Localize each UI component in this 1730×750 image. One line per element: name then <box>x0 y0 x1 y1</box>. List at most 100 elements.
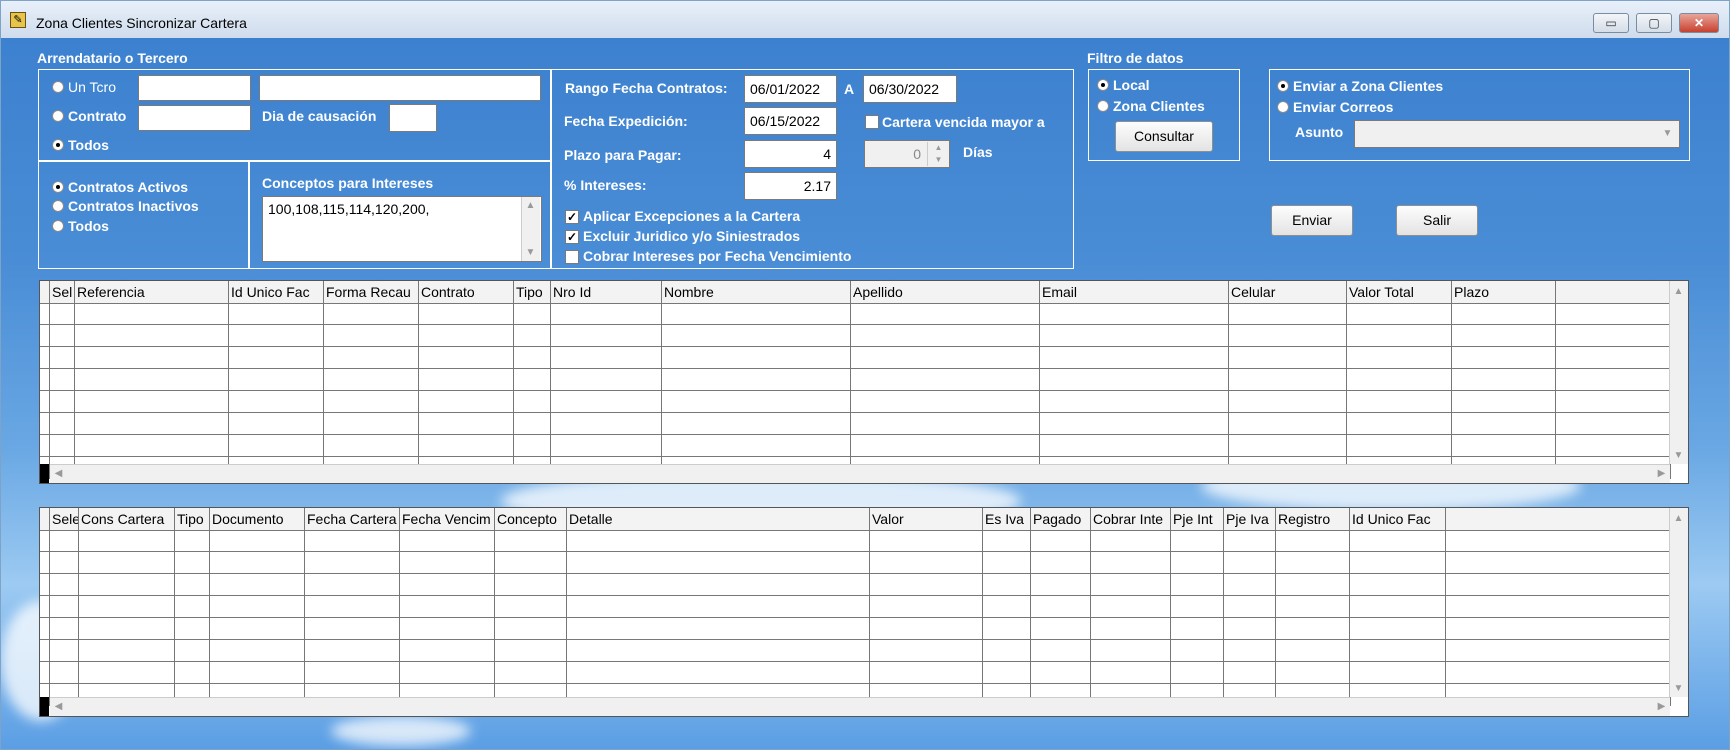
contratos-inactivos-radio[interactable] <box>52 200 64 212</box>
grid1-table-cell[interactable] <box>551 391 662 413</box>
grid2-table-cell[interactable] <box>870 662 983 684</box>
un-tcro-code-input[interactable] <box>138 75 251 101</box>
dia-causacion-input[interactable] <box>389 104 437 132</box>
scroll-left-icon[interactable]: ◀ <box>50 465 67 482</box>
grid2-table-cell[interactable] <box>175 618 210 640</box>
grid1-table-cell[interactable] <box>229 413 324 435</box>
grid2-table-cell[interactable] <box>50 596 79 618</box>
grid1-column-header[interactable]: Valor Total <box>1347 281 1452 303</box>
grid2-table-cell[interactable] <box>1446 662 1671 684</box>
grid1-table-cell[interactable] <box>1452 325 1556 347</box>
grid2-table-row[interactable] <box>40 640 1671 662</box>
grid2-table-cell[interactable] <box>40 640 50 662</box>
grid1-table-cell[interactable] <box>75 347 229 369</box>
grid2-table-cell[interactable] <box>1224 640 1276 662</box>
grid2-table-cell[interactable] <box>210 662 305 684</box>
contratos-grid[interactable]: Sel Referencia Id Unico Fac Forma Recau Cont… <box>39 280 1689 484</box>
grid2-table-cell[interactable] <box>1350 640 1446 662</box>
cartera-grid[interactable]: Sele Cons Cartera Tipo Documento Fecha Carte… <box>39 507 1689 717</box>
grid1-table-cell[interactable] <box>324 435 419 457</box>
grid1-table-cell[interactable] <box>551 347 662 369</box>
grid2-table-cell[interactable] <box>983 574 1031 596</box>
scroll-right-icon[interactable]: ▶ <box>1653 465 1670 482</box>
grid1-table-cell[interactable] <box>1347 325 1452 347</box>
grid1-table-cell[interactable] <box>50 347 75 369</box>
grid2-table-cell[interactable] <box>567 596 870 618</box>
grid2-table-cell[interactable] <box>567 640 870 662</box>
grid1-table-cell[interactable] <box>1556 303 1671 325</box>
grid2-table-cell[interactable] <box>210 552 305 574</box>
grid2-table-cell[interactable] <box>1350 574 1446 596</box>
grid1-table-cell[interactable] <box>75 413 229 435</box>
grid2-table-cell[interactable] <box>1350 530 1446 552</box>
grid1-table-cell[interactable] <box>514 325 551 347</box>
grid2-table-cell[interactable] <box>175 552 210 574</box>
grid2-table-cell[interactable] <box>210 596 305 618</box>
grid2-column-header[interactable]: Pje Int <box>1171 508 1224 530</box>
grid1-table-cell[interactable] <box>419 303 514 325</box>
grid2-table-cell[interactable] <box>983 640 1031 662</box>
grid1-table-cell[interactable] <box>662 347 851 369</box>
grid2-table-cell[interactable] <box>1446 530 1671 552</box>
fecha-expedicion-input[interactable]: 06/15/2022 <box>744 107 837 135</box>
scroll-down-icon[interactable]: ▼ <box>1670 447 1687 464</box>
grid1-table-cell[interactable] <box>419 413 514 435</box>
grid1-table-cell[interactable] <box>40 391 50 413</box>
grid1-table-cell[interactable] <box>75 369 229 391</box>
grid1-table-cell[interactable] <box>1229 347 1347 369</box>
grid2-table-cell[interactable] <box>400 574 495 596</box>
grid1-column-header[interactable]: Contrato <box>419 281 514 303</box>
consultar-button[interactable]: Consultar <box>1115 121 1213 152</box>
grid2-column-header[interactable]: Fecha Vencim <box>400 508 495 530</box>
scroll-right-icon[interactable]: ▶ <box>1653 698 1670 715</box>
grid2-table-cell[interactable] <box>495 530 567 552</box>
grid2-table-cell[interactable] <box>40 596 50 618</box>
grid2-table-cell[interactable] <box>1091 596 1171 618</box>
grid1-table-row[interactable] <box>40 325 1671 347</box>
grid2-table-cell[interactable] <box>870 552 983 574</box>
grid2-table-row[interactable] <box>40 618 1671 640</box>
grid1-table-cell[interactable] <box>419 391 514 413</box>
grid2-table-cell[interactable] <box>400 596 495 618</box>
grid2-column-header[interactable]: Concepto <box>495 508 567 530</box>
grid2-table-cell[interactable] <box>50 552 79 574</box>
grid2-table-cell[interactable] <box>400 662 495 684</box>
scroll-up-icon[interactable]: ▲ <box>1670 510 1687 527</box>
grid1-table-cell[interactable] <box>851 391 1040 413</box>
grid1-table-cell[interactable] <box>1229 435 1347 457</box>
salir-button[interactable]: Salir <box>1396 205 1478 236</box>
grid2-column-header[interactable]: Sele <box>50 508 79 530</box>
grid1-table-cell[interactable] <box>1556 435 1671 457</box>
grid1-table-cell[interactable] <box>1556 413 1671 435</box>
grid1-table-cell[interactable] <box>514 369 551 391</box>
grid1-table-cell[interactable] <box>514 413 551 435</box>
grid1-table-cell[interactable] <box>75 325 229 347</box>
grid1-table-cell[interactable] <box>75 435 229 457</box>
grid1-table-cell[interactable] <box>419 435 514 457</box>
grid2-table-cell[interactable] <box>305 640 400 662</box>
grid1-table-cell[interactable] <box>50 413 75 435</box>
grid1-table-cell[interactable] <box>1556 325 1671 347</box>
grid2-table-cell[interactable] <box>567 662 870 684</box>
grid1-column-header[interactable]: Id Unico Fac <box>229 281 324 303</box>
grid1-column-header[interactable]: Referencia <box>75 281 229 303</box>
grid1-table-cell[interactable] <box>1229 303 1347 325</box>
conceptos-textarea[interactable]: 100,108,115,114,120,200, <box>262 196 542 262</box>
grid2-table-cell[interactable] <box>50 530 79 552</box>
grid2-table-cell[interactable] <box>1171 574 1224 596</box>
fecha-desde-input[interactable]: 06/01/2022 <box>744 75 837 103</box>
grid2-column-header[interactable]: Tipo <box>175 508 210 530</box>
grid2-table-cell[interactable] <box>50 618 79 640</box>
grid1-table-cell[interactable] <box>50 369 75 391</box>
grid1-table-cell[interactable] <box>50 303 75 325</box>
grid2-table-cell[interactable] <box>1091 640 1171 662</box>
grid1-table-row[interactable] <box>40 413 1671 435</box>
grid1-table-row[interactable] <box>40 303 1671 325</box>
grid1-column-header[interactable]: Forma Recau <box>324 281 419 303</box>
grid2-table-row[interactable] <box>40 530 1671 552</box>
grid1-table-cell[interactable] <box>419 347 514 369</box>
grid2-table-cell[interactable] <box>1224 552 1276 574</box>
grid1-column-header[interactable]: Apellido <box>851 281 1040 303</box>
grid2-table-cell[interactable] <box>1350 662 1446 684</box>
grid2-table-cell[interactable] <box>567 618 870 640</box>
